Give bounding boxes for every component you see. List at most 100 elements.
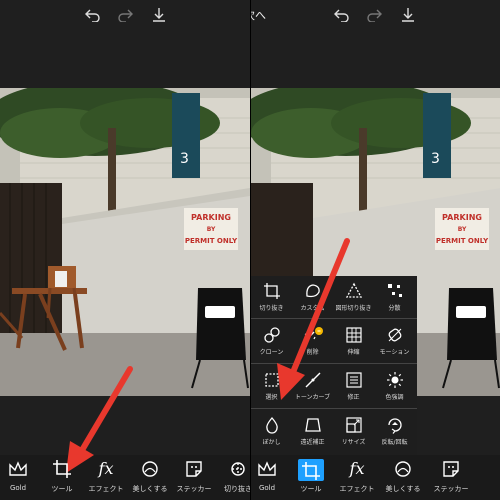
crown-icon: [9, 461, 27, 476]
brightness-icon: [386, 372, 403, 388]
tool-beautify[interactable]: 美しくする: [381, 458, 425, 498]
menu-shape-crop-label: 図形切り抜き: [335, 305, 372, 312]
menu-blur-label: ぼかし: [262, 439, 281, 446]
tool-beautify[interactable]: 美しくする: [128, 458, 172, 498]
tool-cutout-label: 切り抜き: [224, 485, 250, 493]
sign-text-3: PERMIT ONLY: [185, 237, 238, 245]
menu-motion-label: モーション: [379, 349, 410, 356]
menu-stretch-label: 伸縮: [347, 349, 360, 356]
menu-adjust[interactable]: 修正: [333, 365, 374, 407]
menu-select[interactable]: 選択: [251, 365, 292, 407]
menu-crop[interactable]: 切り抜き: [251, 276, 292, 318]
clone-icon: [263, 327, 280, 343]
menu-blur[interactable]: ぼかし: [251, 410, 292, 452]
adjust-icon: [345, 372, 362, 388]
sticker-icon: [186, 461, 202, 477]
fx-icon: fx: [98, 459, 114, 478]
menu-shape-crop[interactable]: 図形切り抜き: [333, 276, 374, 318]
tool-sticker[interactable]: ステッカー: [429, 458, 473, 498]
grid-warp-icon: [345, 327, 362, 343]
tool-tools-label: ツール: [51, 485, 73, 493]
menu-divider: [251, 318, 417, 319]
download-icon[interactable]: [398, 6, 418, 24]
menu-stretch[interactable]: 伸縮: [333, 320, 374, 362]
menu-custom[interactable]: カスタム: [292, 276, 333, 318]
motion-icon: [388, 328, 401, 342]
tool-cutout[interactable]: 切り抜き: [216, 458, 250, 498]
tool-tools-active[interactable]: ツール: [289, 458, 333, 498]
menu-motion[interactable]: モーション: [374, 320, 415, 362]
menu-perspective-label: 遠近補正: [300, 439, 325, 446]
download-icon[interactable]: [149, 6, 169, 24]
menu-disperse-label: 分散: [388, 305, 401, 312]
menu-clone[interactable]: クローン: [251, 320, 292, 362]
menu-divider: [251, 408, 417, 409]
right-screen: 次へ 3: [251, 0, 500, 500]
redo-icon[interactable]: [364, 6, 384, 24]
menu-divider: [251, 363, 417, 364]
tool-tools-label: ツール: [300, 485, 322, 493]
menu-color-boost-label: 色強調: [385, 394, 404, 401]
tool-effect[interactable]: fx エフェクト: [335, 458, 379, 498]
menu-resize-label: リサイズ: [341, 439, 366, 446]
cutout-icon: [231, 462, 245, 476]
crop-icon: [302, 462, 320, 480]
top-toolbar: [0, 0, 250, 30]
menu-disperse[interactable]: 分散: [374, 276, 415, 318]
sticker-icon: [443, 461, 459, 477]
crop-icon: [53, 460, 71, 478]
bottom-toolbar-right: Gold ツール fx エフェクト 美しくする ステッカー: [251, 455, 500, 500]
redo-icon[interactable]: [115, 6, 135, 24]
tool-sticker-label: ステッカー: [176, 485, 212, 493]
droplet-icon: [265, 417, 278, 434]
menu-remove[interactable]: 削除: [292, 320, 333, 362]
bottom-toolbar: Gold ツール fx エフェクト 美しくする ステッカー 切り抜き: [0, 455, 250, 500]
sign-text-2: BY: [458, 226, 467, 233]
tool-effect[interactable]: fx エフェクト: [84, 458, 128, 498]
perspective-icon: [304, 418, 321, 432]
tool-sticker-label: ステッカー: [433, 485, 469, 493]
tool-beautify-label: 美しくする: [132, 485, 168, 493]
face-icon: [395, 461, 411, 477]
sign-text-2: BY: [207, 226, 216, 233]
selection-icon: [264, 373, 279, 387]
menu-resize[interactable]: リサイズ: [333, 410, 374, 452]
resize-icon: [345, 417, 362, 433]
menu-custom-label: カスタム: [300, 305, 325, 312]
crop-icon: [263, 283, 280, 299]
menu-tone-curve-label: トーンカーブ: [294, 394, 331, 401]
menu-flip-rotate-label: 反転/回転: [381, 439, 408, 446]
sign-text-1: PARKING: [191, 213, 231, 222]
top-toolbar-right: 次へ: [251, 0, 500, 30]
menu-color-boost[interactable]: 色強調: [374, 365, 415, 407]
undo-icon[interactable]: [332, 6, 352, 24]
menu-select-label: 選択: [265, 394, 278, 401]
rotate-icon: [387, 418, 402, 434]
curve-icon: [305, 372, 320, 388]
tool-gold-label: Gold: [9, 484, 27, 492]
tool-sticker[interactable]: ステッカー: [172, 458, 216, 498]
menu-clone-label: クローン: [259, 349, 284, 356]
crown-icon: [258, 461, 276, 476]
tool-gold[interactable]: Gold: [251, 458, 289, 498]
free-crop-icon: [305, 284, 320, 298]
sign-text-1: PARKING: [442, 213, 482, 222]
next-button[interactable]: 次へ: [251, 6, 275, 24]
undo-icon[interactable]: [83, 6, 103, 24]
tool-tools[interactable]: ツール: [40, 458, 84, 498]
disperse-icon: [387, 284, 402, 297]
tool-gold-label: Gold: [258, 484, 276, 492]
sign-text-3: PERMIT ONLY: [436, 237, 489, 245]
menu-remove-label: 削除: [306, 349, 319, 356]
menu-perspective[interactable]: 遠近補正: [292, 410, 333, 452]
menu-flip-rotate[interactable]: 反転/回転: [374, 410, 415, 452]
magic-eraser-icon: [303, 327, 323, 342]
menu-tone-curve[interactable]: トーンカーブ: [292, 365, 333, 407]
left-screen: 3 PARKING BY PERMIT ONLY Gold ツール fx エフェ…: [0, 0, 250, 500]
triangle-icon: [345, 282, 362, 298]
tool-gold[interactable]: Gold: [0, 458, 40, 498]
edited-photo[interactable]: 3 PARKING BY PERMIT ONLY: [0, 88, 250, 396]
face-icon: [142, 461, 158, 477]
svg-text:3: 3: [180, 151, 189, 167]
tool-beautify-label: 美しくする: [385, 485, 421, 493]
